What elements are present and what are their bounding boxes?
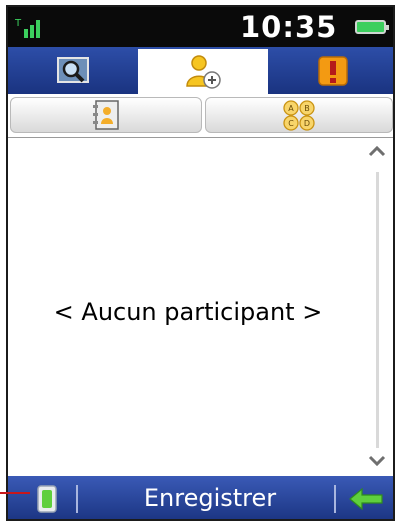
scroll-down-icon[interactable] <box>368 454 386 468</box>
menu-icon[interactable] <box>36 484 58 514</box>
participant-list[interactable]: < Aucun participant > <box>8 138 393 476</box>
abcd-letter-c: C <box>288 119 294 128</box>
tab-alerts[interactable] <box>268 47 393 94</box>
clock: 10:35 <box>240 10 338 44</box>
back-arrow-icon[interactable] <box>348 487 384 511</box>
callout-pointer-line <box>0 492 30 494</box>
sub-toolbar: A B C D <box>8 94 393 139</box>
scroll-up-icon[interactable] <box>368 144 386 158</box>
scrollbar-track[interactable] <box>376 172 379 448</box>
tab-search[interactable] <box>8 47 138 94</box>
alphabetical-button[interactable]: A B C D <box>205 97 393 133</box>
bottom-separator-left <box>76 485 78 513</box>
empty-list-message: < Aucun participant > <box>53 298 323 326</box>
tab-participants[interactable] <box>138 49 268 94</box>
tab-bar <box>8 47 393 94</box>
abcd-icon: A B C D <box>283 100 315 131</box>
abcd-letter-d: D <box>304 119 310 128</box>
abcd-letter-a: A <box>288 104 294 113</box>
battery-icon <box>355 20 389 34</box>
contacts-button[interactable] <box>10 97 202 133</box>
add-participant-icon <box>186 54 221 89</box>
save-button[interactable]: Enregistrer <box>90 484 330 512</box>
abcd-letter-b: B <box>304 104 310 113</box>
contact-book-icon <box>93 100 119 130</box>
signal-icon: T <box>14 18 40 38</box>
bottom-bar: Enregistrer <box>8 476 393 519</box>
svg-text:T: T <box>14 18 22 29</box>
status-bar: T 10:35 <box>8 7 393 47</box>
bottom-separator-right <box>334 485 336 513</box>
search-icon <box>57 56 89 83</box>
alert-icon <box>317 55 348 86</box>
phone-screen: T 10:35 A B C D < Aucun participant > En… <box>6 5 395 521</box>
